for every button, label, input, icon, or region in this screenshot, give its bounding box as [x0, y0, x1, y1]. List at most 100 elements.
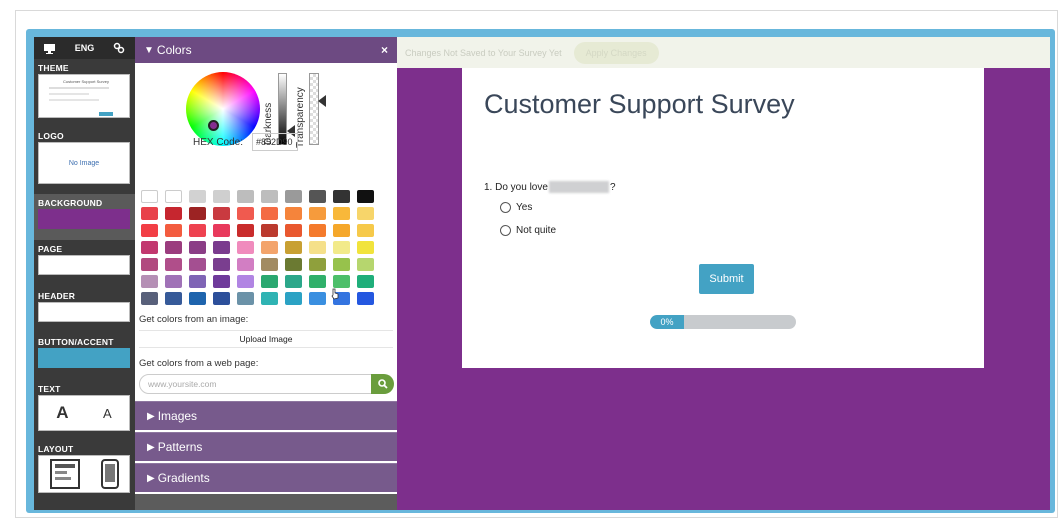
submit-button[interactable]: Submit	[699, 264, 754, 294]
theme-thumbnail[interactable]: Customer Support Survey	[38, 74, 130, 118]
color-swatch[interactable]	[237, 258, 254, 271]
color-swatch[interactable]	[285, 190, 302, 203]
web-url-input[interactable]: www.yoursite.com	[139, 374, 373, 394]
color-swatch[interactable]	[237, 292, 254, 305]
color-wheel-handle[interactable]	[208, 120, 219, 131]
rail-page[interactable]: PAGE	[34, 240, 135, 287]
color-swatch[interactable]	[357, 275, 374, 288]
language-toggle[interactable]: ENG	[75, 43, 95, 53]
color-swatch[interactable]	[357, 241, 374, 254]
color-swatch[interactable]	[237, 275, 254, 288]
color-swatch[interactable]	[213, 224, 230, 237]
accent-color-box[interactable]	[38, 348, 130, 368]
color-swatch[interactable]	[213, 275, 230, 288]
color-swatch[interactable]	[237, 207, 254, 220]
color-swatch[interactable]	[141, 292, 158, 305]
color-swatch[interactable]	[357, 207, 374, 220]
color-swatch[interactable]	[285, 292, 302, 305]
color-swatch[interactable]	[333, 224, 350, 237]
rail-logo[interactable]: LOGO No Image	[34, 127, 135, 194]
accordion-patterns[interactable]: ▶ Patterns	[135, 432, 397, 461]
accordion-images[interactable]: ▶ Images	[135, 401, 397, 430]
color-swatch[interactable]	[333, 258, 350, 271]
radio-button[interactable]	[500, 202, 511, 213]
color-swatch[interactable]	[309, 241, 326, 254]
background-color-box[interactable]	[38, 209, 130, 229]
upload-image-button[interactable]: Upload Image	[139, 330, 393, 348]
color-swatch[interactable]	[357, 224, 374, 237]
color-swatch[interactable]	[261, 190, 278, 203]
desktop-icon[interactable]	[43, 42, 57, 54]
color-swatch[interactable]	[213, 241, 230, 254]
mobile-layout-icon[interactable]	[100, 459, 119, 489]
color-swatch[interactable]	[141, 190, 158, 203]
color-swatch[interactable]	[189, 275, 206, 288]
rail-text[interactable]: TEXT A A	[34, 380, 135, 440]
color-swatch[interactable]	[309, 190, 326, 203]
color-swatch[interactable]	[261, 224, 278, 237]
page-color-box[interactable]	[38, 255, 130, 275]
color-swatch[interactable]	[165, 292, 182, 305]
color-swatch[interactable]	[261, 207, 278, 220]
color-swatch[interactable]	[189, 241, 206, 254]
accordion-gradients[interactable]: ▶ Gradients	[135, 463, 397, 492]
rail-theme[interactable]: THEME Customer Support Survey	[34, 59, 135, 127]
transparency-slider-handle[interactable]	[318, 95, 326, 107]
color-swatch[interactable]	[261, 258, 278, 271]
color-swatch[interactable]	[141, 241, 158, 254]
color-swatch[interactable]	[213, 190, 230, 203]
color-swatch[interactable]	[237, 224, 254, 237]
color-swatch[interactable]	[309, 275, 326, 288]
color-swatch[interactable]	[141, 207, 158, 220]
color-swatch[interactable]	[285, 207, 302, 220]
color-swatch[interactable]	[141, 224, 158, 237]
close-icon[interactable]: ×	[381, 43, 388, 57]
color-swatch[interactable]	[165, 258, 182, 271]
color-swatch[interactable]	[189, 190, 206, 203]
option-yes[interactable]: Yes	[500, 202, 532, 213]
color-swatch[interactable]	[357, 258, 374, 271]
text-style-box[interactable]: A A	[38, 395, 130, 431]
color-swatch[interactable]	[285, 224, 302, 237]
colors-panel-header[interactable]: ▼ Colors ×	[135, 37, 397, 63]
color-swatch[interactable]	[285, 258, 302, 271]
color-swatch[interactable]	[165, 224, 182, 237]
color-swatch[interactable]	[213, 207, 230, 220]
color-swatch[interactable]	[261, 275, 278, 288]
apply-changes-button[interactable]: Apply Changes	[573, 41, 659, 64]
color-swatch[interactable]	[189, 258, 206, 271]
color-swatch[interactable]	[261, 241, 278, 254]
layout-box[interactable]	[38, 455, 130, 493]
color-swatch[interactable]	[141, 275, 158, 288]
desktop-layout-icon[interactable]	[49, 459, 80, 489]
radio-button[interactable]	[500, 225, 511, 236]
logo-no-image[interactable]: No Image	[38, 142, 130, 184]
color-swatch[interactable]	[165, 190, 182, 203]
color-swatch[interactable]	[189, 292, 206, 305]
color-swatch[interactable]	[357, 292, 374, 305]
color-swatch[interactable]	[285, 275, 302, 288]
color-swatch[interactable]	[309, 292, 326, 305]
color-swatch[interactable]	[213, 292, 230, 305]
color-swatch[interactable]	[165, 241, 182, 254]
color-swatch[interactable]	[141, 258, 158, 271]
color-swatch[interactable]	[309, 258, 326, 271]
color-swatch[interactable]	[189, 224, 206, 237]
color-swatch[interactable]	[165, 275, 182, 288]
search-button[interactable]	[371, 374, 394, 394]
color-swatch[interactable]	[333, 190, 350, 203]
rail-button-accent[interactable]: BUTTON/ACCENT	[34, 333, 135, 380]
color-swatch[interactable]	[333, 207, 350, 220]
color-swatch[interactable]	[309, 207, 326, 220]
hex-code-input[interactable]: #852D90	[252, 133, 299, 151]
color-swatch[interactable]	[261, 292, 278, 305]
rail-background[interactable]: BACKGROUND	[34, 194, 135, 240]
color-swatch[interactable]	[357, 190, 374, 203]
color-swatch[interactable]	[285, 241, 302, 254]
link-icon[interactable]	[112, 42, 126, 54]
color-swatch[interactable]	[309, 224, 326, 237]
color-swatch[interactable]	[165, 207, 182, 220]
option-not-quite[interactable]: Not quite	[500, 225, 556, 236]
color-swatch[interactable]	[237, 241, 254, 254]
header-color-box[interactable]	[38, 302, 130, 322]
